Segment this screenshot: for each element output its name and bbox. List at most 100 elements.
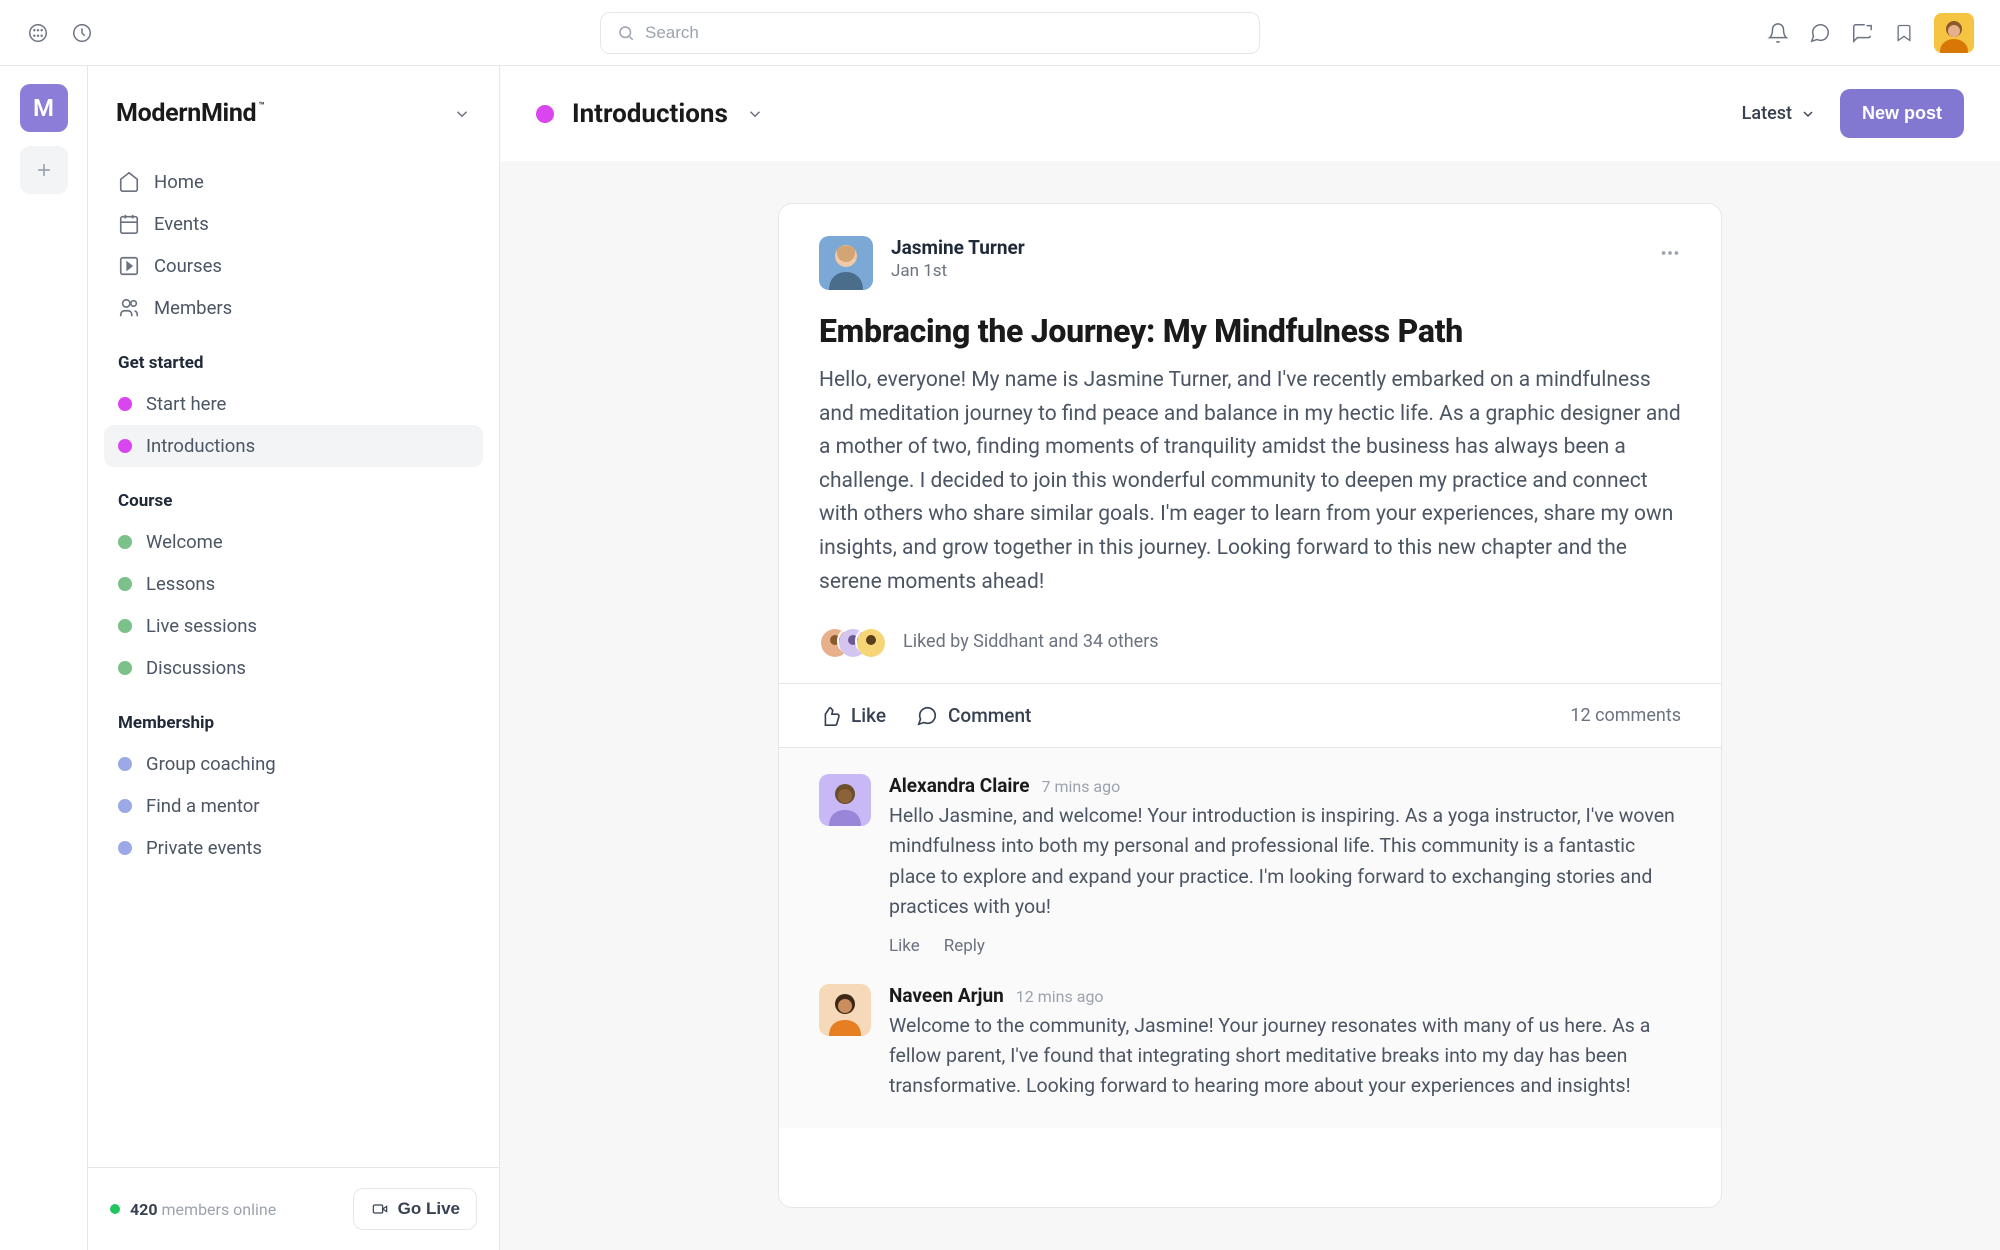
channel-dot-icon — [118, 661, 132, 675]
topbar-center — [94, 12, 1766, 54]
comment-button[interactable]: Comment — [916, 704, 1031, 727]
channel-label: Introductions — [146, 435, 255, 457]
channel-dot-icon — [118, 577, 132, 591]
dots-icon — [1659, 242, 1681, 264]
post-menu-button[interactable] — [1659, 236, 1681, 264]
main-content: Introductions Latest New post — [500, 66, 2000, 1250]
nav-events[interactable]: Events — [104, 203, 483, 245]
topbar-right — [1766, 13, 1974, 53]
channel-dot-icon — [536, 105, 554, 123]
online-dot-icon — [110, 1204, 120, 1214]
comment-like-button[interactable]: Like — [889, 936, 920, 956]
nav-home[interactable]: Home — [104, 161, 483, 203]
comment-author[interactable]: Naveen Arjun — [889, 984, 1004, 1007]
channel-label: Start here — [146, 393, 226, 415]
channel-label: Discussions — [146, 657, 246, 679]
sidebar-header[interactable]: ModernMind™ — [88, 66, 499, 161]
chevron-down-icon[interactable] — [746, 105, 764, 123]
comment-reply-button[interactable]: Reply — [944, 936, 985, 956]
channel-start-here[interactable]: Start here — [104, 383, 483, 425]
bookmark-icon[interactable] — [1892, 21, 1916, 45]
sort-button[interactable]: Latest — [1742, 103, 1816, 124]
nav-label: Members — [154, 297, 232, 319]
community-switcher-active[interactable]: M — [20, 84, 68, 132]
channel-label: Live sessions — [146, 615, 257, 637]
section-course: Course — [104, 467, 483, 521]
channel-find-mentor[interactable]: Find a mentor — [104, 785, 483, 827]
channel-lessons[interactable]: Lessons — [104, 563, 483, 605]
commenter-avatar[interactable] — [819, 984, 871, 1036]
sort-label: Latest — [1742, 103, 1792, 124]
channel-discussions[interactable]: Discussions — [104, 647, 483, 689]
threads-icon[interactable] — [1850, 21, 1874, 45]
channel-dot-icon — [118, 841, 132, 855]
author-name[interactable]: Jasmine Turner — [891, 236, 1641, 259]
apps-icon[interactable] — [26, 21, 50, 45]
liker-avatar — [855, 627, 883, 655]
post-header: Jasmine Turner Jan 1st — [819, 236, 1681, 290]
sidebar: ModernMind™ Home Events Courses Members — [88, 66, 500, 1250]
comment-text: Welcome to the community, Jasmine! Your … — [889, 1011, 1681, 1102]
comments-section: Alexandra Claire 7 mins ago Hello Jasmin… — [779, 747, 1721, 1128]
nav-label: Courses — [154, 255, 222, 277]
channel-label: Welcome — [146, 531, 223, 553]
channel-dot-icon — [118, 619, 132, 633]
channel-label: Lessons — [146, 573, 215, 595]
members-online[interactable]: 420 members online — [110, 1200, 276, 1219]
likes-row[interactable]: Liked by Siddhant and 34 others — [819, 627, 1681, 655]
commenter-avatar[interactable] — [819, 774, 871, 826]
post-title: Embracing the Journey: My Mindfulness Pa… — [819, 312, 1681, 350]
comment: Alexandra Claire 7 mins ago Hello Jasmin… — [819, 774, 1681, 956]
post-action-bar: Like Comment 12 comments — [779, 683, 1721, 747]
chat-icon[interactable] — [1808, 21, 1832, 45]
search-input[interactable] — [645, 23, 1243, 43]
chevron-down-icon — [1800, 106, 1816, 122]
section-membership: Membership — [104, 689, 483, 743]
channel-group-coaching[interactable]: Group coaching — [104, 743, 483, 785]
comment-label: Comment — [948, 704, 1031, 727]
community-rail: M — [0, 66, 88, 1250]
nav-members[interactable]: Members — [104, 287, 483, 329]
channel-dot-icon — [118, 799, 132, 813]
thumbs-up-icon — [819, 705, 841, 727]
history-icon[interactable] — [70, 21, 94, 45]
post-card: Jasmine Turner Jan 1st Embracing the Jou… — [778, 203, 1722, 1208]
channel-title-wrap[interactable]: Introductions — [536, 99, 764, 129]
feed[interactable]: Jasmine Turner Jan 1st Embracing the Jou… — [500, 161, 2000, 1250]
channel-dot-icon — [118, 757, 132, 771]
channel-label: Private events — [146, 837, 262, 859]
courses-icon — [118, 255, 140, 277]
comment-count[interactable]: 12 comments — [1570, 705, 1681, 726]
nav-courses[interactable]: Courses — [104, 245, 483, 287]
post-date: Jan 1st — [891, 261, 1641, 281]
author-avatar[interactable] — [819, 236, 873, 290]
topbar-left — [26, 21, 94, 45]
comment-author[interactable]: Alexandra Claire — [889, 774, 1029, 797]
comment-time: 12 mins ago — [1016, 987, 1104, 1006]
comment-actions: Like Reply — [889, 936, 1681, 956]
new-post-button[interactable]: New post — [1840, 89, 1964, 138]
sidebar-nav: Home Events Courses Members Get started … — [88, 161, 499, 1167]
plus-icon — [34, 160, 54, 180]
post-body: Jasmine Turner Jan 1st Embracing the Jou… — [779, 204, 1721, 683]
channel-private-events[interactable]: Private events — [104, 827, 483, 869]
channel-welcome[interactable]: Welcome — [104, 521, 483, 563]
like-button[interactable]: Like — [819, 704, 886, 727]
section-get-started: Get started — [104, 329, 483, 383]
nav-label: Events — [154, 213, 209, 235]
channel-label: Group coaching — [146, 753, 276, 775]
search-bar[interactable] — [600, 12, 1260, 54]
post-meta: Jasmine Turner Jan 1st — [891, 236, 1641, 281]
channel-introductions[interactable]: Introductions — [104, 425, 483, 467]
add-community-button[interactable] — [20, 146, 68, 194]
comment-text: Hello Jasmine, and welcome! Your introdu… — [889, 801, 1681, 922]
go-live-button[interactable]: Go Live — [353, 1188, 477, 1230]
likes-text: Liked by Siddhant and 34 others — [903, 631, 1159, 652]
user-avatar[interactable] — [1934, 13, 1974, 53]
members-icon — [118, 297, 140, 319]
channel-header-actions: Latest New post — [1742, 89, 1964, 138]
community-name: ModernMind™ — [116, 99, 256, 128]
chevron-down-icon[interactable] — [453, 105, 471, 123]
channel-live-sessions[interactable]: Live sessions — [104, 605, 483, 647]
bell-icon[interactable] — [1766, 21, 1790, 45]
